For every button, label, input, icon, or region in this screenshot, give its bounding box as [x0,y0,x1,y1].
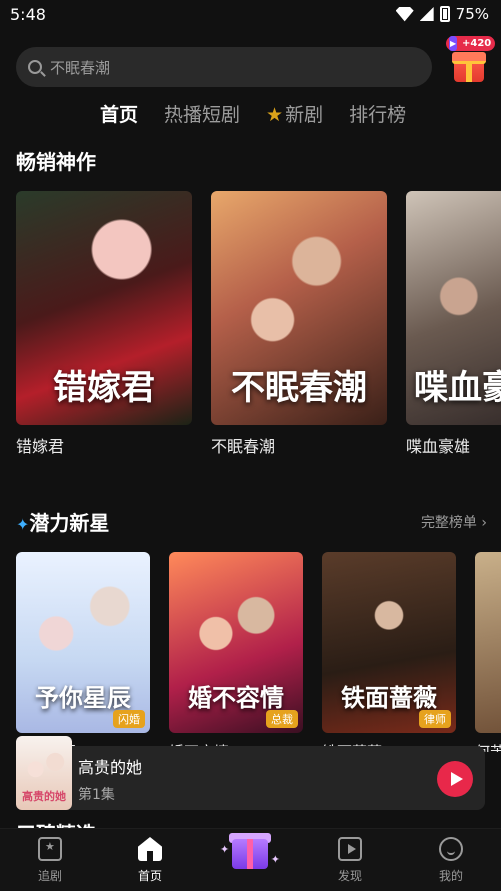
section-title-rising-text: 潜力新星 [29,511,110,535]
reward-gift-button[interactable]: +420 [446,36,496,90]
sparkle-icon: ✦ [220,843,230,856]
poster-title-art: 予你星辰 [35,683,131,712]
chevron-right-icon: › [476,515,487,531]
status-icons: 75% [396,5,489,23]
thumbnail-title-art: 高贵的她 [22,790,66,803]
poster-title-art: 婚不容情 [188,683,284,712]
nav-label: 发现 [337,869,362,883]
poster-title-art: 铁面蔷薇 [341,683,437,712]
search-placeholder: 不眠春潮 [50,58,111,77]
rising-star-icon: ✦ [16,515,30,534]
discover-icon [338,837,362,861]
full-ranking-label: 完整榜单 [420,515,477,531]
drama-card[interactable]: 铁面蔷薇 律师 铁面蔷薇 [322,552,456,752]
tab-hot[interactable]: 热播短剧 [164,100,240,127]
play-icon[interactable] [437,761,473,797]
drama-card[interactable]: 婚不容情 总裁 婚不容情 [169,552,303,752]
drama-poster: 铁面蔷薇 律师 [322,552,456,733]
sparkle-icon: ✦ [270,853,280,866]
search-bar[interactable]: 不眠春潮 [16,47,432,87]
wifi-icon [396,7,414,21]
nav-label: 追剧 [37,869,62,883]
rising-list: 予你星辰 闪婚 予你星辰 婚不容情 总裁 婚不容情 铁面蔷薇 律师 铁面蔷薇 何… [16,552,501,752]
drama-poster: 不眠春潮 [211,191,387,425]
status-time: 5:48 [10,5,46,24]
drama-card[interactable]: 不眠春潮 不眠春潮 [211,191,387,457]
battery-percent: 75% [455,5,489,23]
drama-poster: 错嫁君 [16,191,192,425]
poster-title-art: 错嫁君 [53,368,155,408]
nav-home[interactable]: 首页 [120,837,180,884]
genre-tag: 律师 [419,710,451,728]
nav-profile[interactable]: 我的 [421,837,481,884]
reward-badge: +420 [446,36,496,51]
tab-ranking[interactable]: 排行榜 [349,100,406,127]
player-title: 高贵的她 [78,758,143,777]
nav-discover[interactable]: 发现 [320,837,380,884]
drama-poster: 予你星辰 闪婚 [16,552,150,733]
poster-title-art: 不眠春潮 [231,368,367,408]
gift-icon [232,839,268,869]
nav-follow[interactable]: 追剧 [20,837,80,884]
section-title-peek: 口碑精选 [16,818,96,828]
home-icon [138,837,162,861]
search-icon [28,60,42,74]
player-thumbnail: 高贵的她 [16,736,72,810]
bottom-nav: 追剧 首页 ✦ ✦ 发现 我的 [0,828,501,891]
tab-new-label: 新剧 [285,104,324,126]
drama-name: 不眠春潮 [211,437,276,456]
battery-icon [439,6,450,22]
section-title-rising: ✦潜力新星 [16,507,109,536]
status-bar: 5:48 75% [0,0,501,30]
full-ranking-link[interactable]: 完整榜单 › [421,512,487,532]
bestsellers-list: 错嫁君 错嫁君 不眠春潮 不眠春潮 喋血豪 喋血豪雄 [16,191,501,471]
drama-poster: 喋血豪 [406,191,501,425]
mini-player[interactable]: 高贵的她 高贵的她 第1集 [16,736,485,810]
drama-card[interactable]: 喋血豪 喋血豪雄 [406,191,501,457]
genre-tag: 总裁 [266,710,298,728]
section-title-bestsellers: 畅销神作 [16,150,96,174]
drama-card[interactable]: 错嫁君 错嫁君 [16,191,192,457]
poster-title-art: 喋血豪 [414,368,501,408]
drama-poster [475,552,501,733]
profile-icon [439,837,463,861]
drama-name: 喋血豪雄 [406,437,471,456]
top-tabs: 首页 热播短剧 ★ 新剧 排行榜 [100,100,406,127]
player-episode: 第1集 [78,787,115,803]
genre-tag: 闪婚 [113,710,145,728]
tab-home[interactable]: 首页 [100,100,138,127]
cellular-icon [419,7,434,21]
nav-label: 首页 [137,869,162,883]
gift-icon [452,52,486,82]
tab-new[interactable]: ★ 新剧 [266,100,323,127]
nav-gift[interactable]: ✦ ✦ [220,823,280,879]
drama-card[interactable]: 予你星辰 闪婚 予你星辰 [16,552,150,752]
follow-icon [38,837,62,861]
nav-label: 我的 [438,869,463,883]
drama-name: 错嫁君 [16,437,65,456]
drama-card[interactable]: 何苦 [475,552,501,752]
drama-poster: 婚不容情 总裁 [169,552,303,733]
star-icon: ★ [266,104,284,126]
